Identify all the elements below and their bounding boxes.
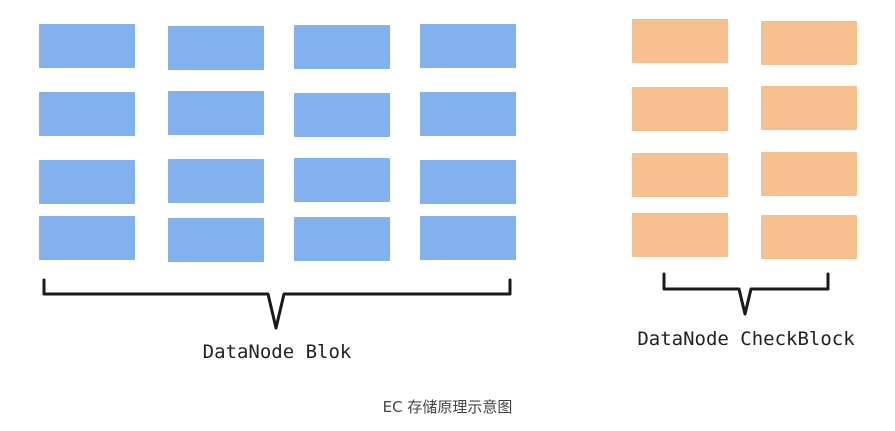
data-block-r3-c4 [420, 160, 516, 204]
check-block-r4-c2 [761, 215, 857, 259]
check-block-r4-c1 [632, 213, 728, 257]
check-block-group [632, 19, 857, 259]
data-block-r4-c2 [168, 218, 264, 262]
check-block-r1-c2 [761, 21, 857, 65]
check-block-brace [662, 272, 830, 316]
check-block-r3-c1 [632, 153, 728, 197]
data-block-r3-c1 [39, 160, 135, 204]
check-block-r3-c2 [761, 152, 857, 196]
data-block-label: DataNode Blok [203, 341, 352, 363]
data-block-r4-c4 [420, 216, 516, 260]
data-block-r2-c3 [294, 93, 390, 137]
check-block-r2-c2 [761, 86, 857, 130]
data-block-group [39, 24, 516, 262]
data-block-brace [42, 278, 512, 330]
data-block-r2-c1 [39, 92, 135, 136]
check-block-r1-c1 [632, 19, 728, 63]
data-block-r4-c3 [294, 217, 390, 261]
data-block-r4-c1 [39, 216, 135, 260]
data-block-r1-c3 [294, 25, 390, 69]
data-block-r1-c2 [168, 26, 264, 70]
data-block-r1-c1 [39, 24, 135, 68]
data-block-r3-c3 [294, 158, 390, 202]
check-block-label: DataNode CheckBlock [637, 328, 855, 350]
data-block-r2-c4 [420, 92, 516, 136]
check-block-r2-c1 [632, 87, 728, 131]
data-block-r3-c2 [168, 159, 264, 203]
ec-storage-diagram: DataNode Blok DataNode CheckBlock [39, 19, 857, 363]
figure-caption: EC 存储原理示意图 [382, 398, 513, 416]
data-block-r2-c2 [168, 91, 264, 135]
data-block-r1-c4 [420, 24, 516, 68]
